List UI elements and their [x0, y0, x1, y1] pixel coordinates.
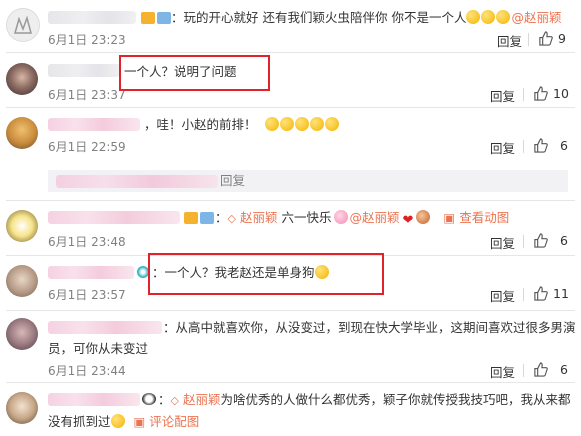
divider — [523, 235, 524, 248]
blurred-username[interactable] — [48, 211, 180, 224]
comment-time: 6月1日 23:44 — [48, 364, 126, 378]
image-icon: ▣ — [443, 210, 456, 225]
like-icon[interactable] — [533, 362, 548, 377]
reply-button[interactable]: 回复 — [497, 31, 522, 50]
comment-text-continued: 没有抓到过 ▣ 评论配图 — [48, 414, 200, 429]
diamond-icon: ◇ — [170, 394, 179, 407]
badge-icon — [141, 12, 155, 24]
emoji-icon — [466, 10, 481, 24]
blurred-username[interactable] — [48, 393, 140, 406]
image-icon: ▣ — [133, 414, 146, 429]
highlight-box — [148, 253, 384, 295]
emoji-icon — [309, 117, 324, 131]
emoji-icon — [279, 117, 294, 131]
like-icon[interactable] — [533, 286, 548, 301]
comment-text: ，哇！小赵的前排！ — [144, 117, 340, 133]
like-icon[interactable] — [533, 138, 548, 153]
emoji-icon — [294, 117, 309, 131]
like-icon[interactable] — [533, 86, 548, 101]
blurred-username[interactable] — [48, 11, 136, 24]
blurred-username[interactable] — [48, 266, 134, 279]
avatar[interactable] — [6, 8, 40, 42]
reply-button[interactable]: 回复 — [490, 233, 515, 252]
avatar[interactable] — [6, 63, 38, 95]
comment-time: 6月1日 23:23 — [48, 33, 126, 47]
comment-2: 一个人？说明了问题 6月1日 23:37 回复 10 — [0, 52, 581, 107]
like-icon[interactable] — [538, 31, 553, 46]
emoji-icon — [264, 117, 279, 131]
mention-link[interactable]: @赵丽颖 — [349, 210, 399, 225]
avatar[interactable] — [6, 117, 38, 149]
comment-7: ：◇ 赵丽颖为啥优秀的人做什么都优秀，颖子你就传授我技巧吧，我从来都 没有抓到过… — [0, 382, 581, 436]
reply-button[interactable]: 回复 — [490, 86, 515, 105]
highlight-box — [119, 55, 270, 91]
comment-1: ：玩的开心就好 还有我们颖火虫陪伴你 你不是一个人 @赵丽颖 6月1日 23:23… — [0, 0, 581, 52]
comment-time: 6月1日 22:59 — [48, 140, 126, 154]
emoji-icon — [416, 210, 431, 224]
avatar[interactable] — [6, 318, 38, 350]
blurred-reply-text — [56, 175, 218, 188]
author-link[interactable]: 赵丽颖 — [183, 392, 221, 407]
like-count: 6 — [560, 233, 568, 248]
badge-icon — [157, 12, 171, 24]
heart-icon: ❤ — [402, 213, 414, 228]
blurred-username[interactable] — [48, 64, 120, 77]
comment-text: ：◇ 赵丽颖 六一快乐 @赵丽颖 ❤ ▣ 查看动图 — [215, 210, 510, 228]
avatar[interactable] — [6, 210, 38, 242]
view-comment-image-link[interactable]: 评论配图 — [149, 414, 199, 429]
like-count: 9 — [558, 31, 566, 46]
comment-time: 6月1日 23:48 — [48, 235, 126, 249]
pig-emoji-icon — [334, 210, 349, 224]
divider — [523, 288, 524, 301]
emoji-icon — [324, 117, 339, 131]
reply-button[interactable]: 回复 — [490, 138, 515, 157]
divider — [523, 364, 524, 377]
reply-button[interactable]: 回复 — [490, 286, 515, 305]
emoji-icon — [481, 10, 496, 24]
badge-icon — [200, 212, 214, 224]
emoji-icon — [110, 414, 125, 428]
comment-text: ：从高中就喜欢你，从没变过，到现在快大学毕业，这期间喜欢过很多男演 — [163, 320, 576, 335]
mention-link[interactable]: @赵丽颖 — [511, 10, 561, 25]
like-count: 11 — [553, 286, 569, 301]
like-count: 6 — [560, 138, 568, 153]
replies-strip-label[interactable]: 回复 — [220, 173, 245, 189]
author-link[interactable]: 赵丽颖 — [240, 210, 278, 225]
blurred-username[interactable] — [48, 321, 162, 334]
avatar[interactable] — [6, 392, 38, 424]
panda-badge-icon — [142, 393, 156, 405]
user-avatar-icon — [14, 15, 32, 34]
divider — [523, 140, 524, 153]
badge-icon — [184, 212, 198, 224]
comment-text: ：玩的开心就好 还有我们颖火虫陪伴你 你不是一个人 @赵丽颖 — [171, 10, 562, 25]
blurred-username[interactable] — [48, 118, 140, 131]
comment-text: ：◇ 赵丽颖为啥优秀的人做什么都优秀，颖子你就传授我技巧吧，我从来都 — [158, 392, 571, 407]
comment-6: ：从高中就喜欢你，从没变过，到现在快大学毕业，这期间喜欢过很多男演 员，可你从未… — [0, 310, 581, 382]
reply-button[interactable]: 回复 — [490, 362, 515, 381]
divider — [523, 88, 524, 101]
comment-text-continued: 员，可你从未变过 — [48, 341, 149, 356]
divider — [528, 33, 529, 46]
view-animated-image-link[interactable]: 查看动图 — [459, 210, 509, 225]
diamond-icon: ◇ — [227, 212, 236, 225]
like-count: 6 — [560, 362, 568, 377]
replies-strip[interactable]: 回复 — [48, 170, 568, 192]
comment-time: 6月1日 23:37 — [48, 88, 126, 102]
like-icon[interactable] — [533, 233, 548, 248]
like-count: 10 — [553, 86, 569, 101]
avatar[interactable] — [6, 265, 38, 297]
comment-3: ，哇！小赵的前排！ 6月1日 22:59 回复 6 — [0, 107, 581, 162]
comment-4: ：◇ 赵丽颖 六一快乐 @赵丽颖 ❤ ▣ 查看动图 6月1日 23:48 回复 6 — [0, 200, 581, 255]
emoji-icon — [496, 10, 511, 24]
comment-time: 6月1日 23:57 — [48, 288, 126, 302]
